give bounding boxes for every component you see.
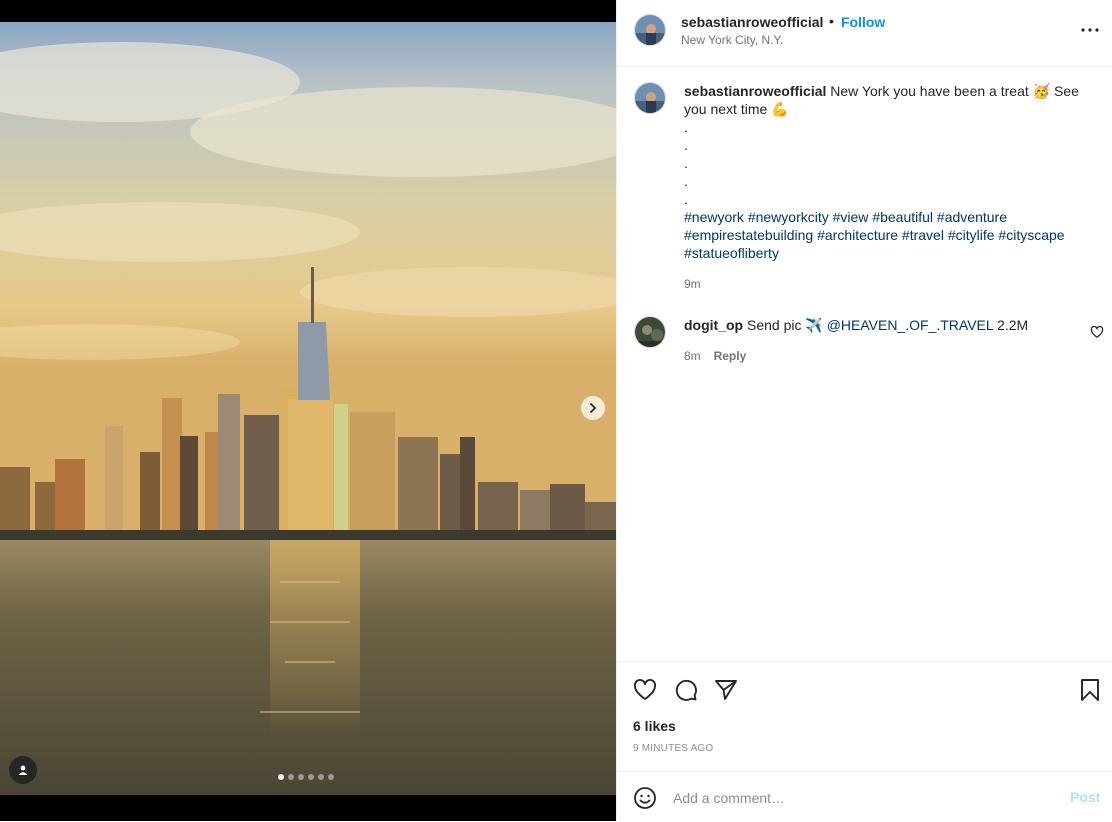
carousel-indicator <box>278 774 334 780</box>
post-photo[interactable] <box>0 22 616 795</box>
commenter-avatar[interactable] <box>634 316 666 348</box>
comment-icon[interactable] <box>674 678 698 702</box>
post-timestamp[interactable]: 9 MINUTES AGO <box>633 743 713 754</box>
caption-dot-line: . <box>684 191 688 207</box>
likes-count[interactable]: 6 likes <box>633 718 676 734</box>
carousel-dot <box>288 774 294 780</box>
comment-meta-row: 8m Reply <box>684 346 1064 365</box>
more-options-button[interactable] <box>1079 20 1101 40</box>
caption-dot-line: . <box>684 173 688 189</box>
carousel-dot <box>308 774 314 780</box>
author-avatar[interactable] <box>634 14 666 46</box>
carousel-next-button[interactable] <box>581 396 605 420</box>
carousel-dot <box>278 774 284 780</box>
hashtag[interactable]: #beautiful <box>872 209 933 225</box>
media-panel <box>0 0 616 821</box>
share-icon[interactable] <box>714 678 738 702</box>
hashtag[interactable]: #travel <box>902 227 944 243</box>
comment: dogit_op Send pic ✈️ @HEAVEN_.OF_.TRAVEL… <box>684 316 1064 365</box>
caption-dot-line: . <box>684 137 688 153</box>
more-horizontal-icon <box>1081 28 1099 32</box>
comment-text-suffix: 2.2M <box>993 317 1029 333</box>
hashtag[interactable]: #newyork <box>684 209 744 225</box>
reply-button[interactable]: Reply <box>714 349 747 363</box>
separator-dot: • <box>829 13 834 29</box>
hashtag[interactable]: #newyorkcity <box>748 209 829 225</box>
post-comment-button[interactable]: Post <box>1070 789 1100 805</box>
hashtag[interactable]: #view <box>833 209 869 225</box>
like-heart-icon[interactable] <box>633 678 657 702</box>
user-icon <box>18 765 28 775</box>
follow-button[interactable]: Follow <box>841 14 885 30</box>
actions-bar: 6 likes 9 MINUTES AGO <box>617 661 1112 772</box>
carousel-dot <box>328 774 334 780</box>
comment-input[interactable] <box>673 785 1043 811</box>
comment-mention[interactable]: @HEAVEN_.OF_.TRAVEL <box>827 317 993 333</box>
caption-time-row: 9m <box>684 274 1084 293</box>
hashtag-list: #newyork #newyorkcity #view #beautiful #… <box>684 208 1084 262</box>
caption-username[interactable]: sebastianroweofficial <box>684 83 826 99</box>
comment-like-heart-icon[interactable] <box>1090 325 1104 339</box>
caption-avatar[interactable] <box>634 82 666 114</box>
carousel-dot <box>318 774 324 780</box>
comment-time[interactable]: 8m <box>684 349 701 363</box>
carousel-dot <box>298 774 304 780</box>
caption-dot-line: . <box>684 119 688 135</box>
hashtag[interactable]: #architecture <box>817 227 898 243</box>
hashtag[interactable]: #cityscape <box>998 227 1064 243</box>
caption: sebastianroweofficial New York you have … <box>684 82 1084 293</box>
post-location[interactable]: New York City, N.Y. <box>681 33 783 47</box>
post-header: sebastianroweofficial • Follow New York … <box>617 0 1112 67</box>
tagged-users-button[interactable] <box>9 756 37 784</box>
add-comment-bar: Post <box>617 771 1112 822</box>
emoji-icon[interactable] <box>633 786 657 810</box>
hashtag[interactable]: #citylife <box>948 227 995 243</box>
hashtag[interactable]: #adventure <box>937 209 1007 225</box>
hashtag[interactable]: #empirestatebuilding <box>684 227 813 243</box>
author-username[interactable]: sebastianroweofficial <box>681 14 823 30</box>
caption-dot-line: . <box>684 155 688 171</box>
comment-username[interactable]: dogit_op <box>684 317 743 333</box>
comment-text: Send pic ✈️ <box>747 317 827 333</box>
hashtag[interactable]: #statueofliberty <box>684 245 779 261</box>
chevron-right-icon <box>590 403 596 413</box>
caption-time[interactable]: 9m <box>684 277 701 291</box>
bookmark-icon[interactable] <box>1078 678 1102 702</box>
comments-section: sebastianroweofficial New York you have … <box>617 67 1112 661</box>
post-details-panel: sebastianroweofficial • Follow New York … <box>616 0 1112 821</box>
